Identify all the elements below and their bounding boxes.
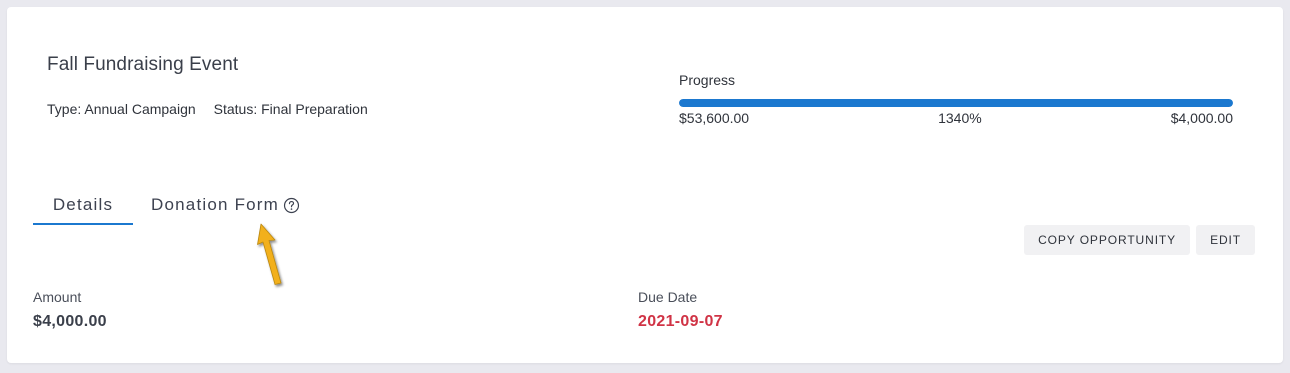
due-date-field: Due Date 2021-09-07 (638, 289, 723, 331)
opportunity-status: Status: Final Preparation (213, 101, 368, 117)
progress-values: $53,600.00 1340% $4,000.00 (679, 110, 1233, 126)
opportunity-meta: Type: Annual Campaign Status: Final Prep… (47, 101, 368, 117)
progress-section: Progress $53,600.00 1340% $4,000.00 (679, 72, 1233, 126)
arrow-pointer-icon (257, 223, 282, 285)
help-circle-icon[interactable] (283, 197, 300, 214)
opportunity-title: Fall Fundraising Event (47, 54, 239, 75)
progress-raised-amount: $53,600.00 (679, 110, 750, 126)
progress-percent: 1340% (938, 110, 982, 126)
due-date-value: 2021-09-07 (638, 313, 723, 330)
progress-bar-fill (679, 99, 1233, 107)
opportunity-card: Fall Fundraising Event Type: Annual Camp… (7, 7, 1283, 363)
progress-label: Progress (679, 72, 736, 88)
progress-bar (679, 99, 1233, 107)
action-buttons: COPY OPPORTUNITY EDIT (1024, 225, 1255, 255)
tab-details-label: Details (52, 195, 114, 214)
due-date-label: Due Date (638, 289, 698, 305)
amount-field: Amount $4,000.00 (33, 289, 107, 331)
progress-goal-amount: $4,000.00 (1170, 110, 1233, 126)
opportunity-type: Type: Annual Campaign (47, 101, 196, 117)
tab-donation-form-label: Donation Form (151, 195, 280, 214)
copy-opportunity-button[interactable]: COPY OPPORTUNITY (1024, 225, 1191, 255)
amount-value: $4,000.00 (33, 313, 107, 330)
edit-button[interactable]: EDIT (1196, 225, 1255, 255)
amount-label: Amount (33, 289, 82, 305)
tab-details[interactable]: Details (33, 192, 133, 225)
